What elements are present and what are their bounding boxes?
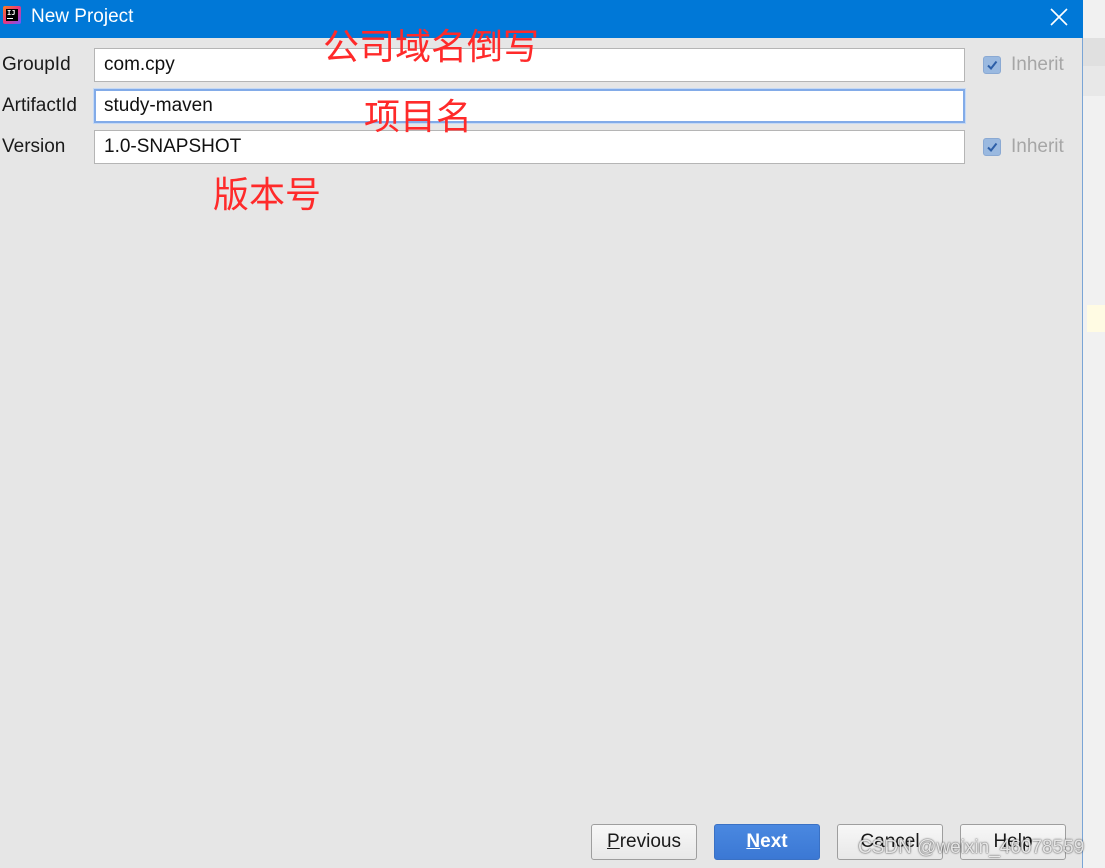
artifact-id-field[interactable]: study-maven	[94, 89, 965, 123]
previous-mnemonic: P	[607, 831, 620, 852]
title-bar[interactable]: IJ New Project	[0, 0, 1083, 38]
checkbox-checked-icon	[983, 56, 1001, 74]
next-button[interactable]: Next	[714, 824, 820, 860]
screen: IJ New Project GroupId com.cpy Inherit A…	[0, 0, 1105, 868]
close-button[interactable]	[1040, 0, 1078, 34]
group-id-inherit-label: Inherit	[1011, 54, 1064, 75]
version-inherit-checkbox[interactable]: Inherit	[983, 136, 1064, 158]
next-label: ext	[760, 831, 788, 852]
window-title: New Project	[31, 6, 134, 27]
close-icon	[1050, 8, 1068, 26]
version-field[interactable]: 1.0-SNAPSHOT	[94, 130, 965, 164]
csdn-watermark: CSDN @weixin_46078559	[858, 837, 1085, 858]
checkbox-checked-icon	[983, 138, 1001, 156]
intellij-idea-icon: IJ	[3, 6, 21, 24]
group-id-label: GroupId	[2, 54, 71, 75]
new-project-dialog: IJ New Project GroupId com.cpy Inherit A…	[0, 0, 1083, 868]
artifact-id-annotation: 项目名	[364, 97, 473, 138]
group-id-annotation: 公司域名倒写	[323, 27, 540, 68]
version-label: Version	[2, 136, 66, 157]
background-window-strip	[1083, 0, 1105, 868]
artifact-id-label: ArtifactId	[2, 95, 77, 116]
version-inherit-label: Inherit	[1011, 136, 1064, 157]
group-id-inherit-checkbox[interactable]: Inherit	[983, 54, 1064, 76]
version-annotation: 版本号	[213, 175, 322, 216]
previous-button[interactable]: Previous	[591, 824, 697, 860]
next-mnemonic: N	[746, 831, 761, 852]
previous-label: revious	[619, 831, 681, 852]
